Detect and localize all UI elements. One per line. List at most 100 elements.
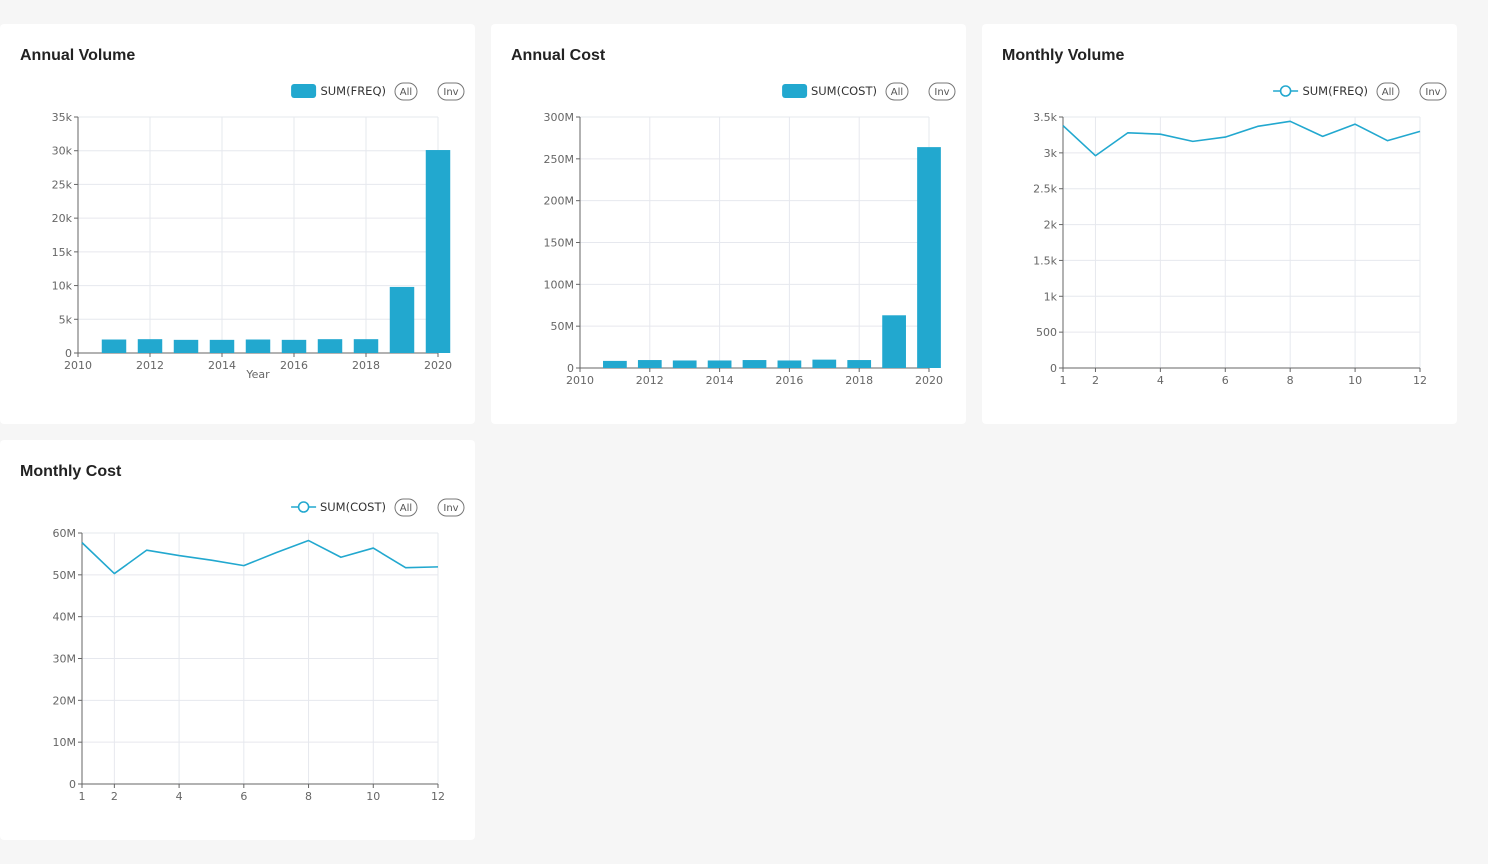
bar [173,339,199,353]
bar [317,339,343,353]
monthly-volume-card: Monthly Volume 0 500 1k 1.5k 2k 2.5k 3k 3.5k 1 2 4… [982,24,1457,424]
bar [777,360,802,368]
bar [245,339,271,353]
y-tick-label: 15k [52,246,73,259]
y-tick-label: 1k [1044,290,1058,303]
x-tick-label: 2 [111,790,118,803]
x-tick-label: 6 [1222,374,1229,387]
x-axis-label: Year [245,368,270,381]
legend-label: SUM(COST) [320,500,386,514]
inv-button-label: Inv [443,87,458,98]
y-tick-label: 60M [53,527,77,540]
x-tick-label: 12 [431,790,445,803]
x-tick-label: 2012 [136,359,164,372]
bar [847,360,872,368]
bar [353,339,379,353]
inv-button-label: Inv [443,503,458,514]
bar [389,286,415,353]
y-tick-label: 500 [1036,326,1057,339]
bar [917,147,941,368]
y-tick-label: 1.5k [1033,254,1057,267]
all-button-label: All [400,87,412,98]
y-tick-label: 3.5k [1033,111,1057,124]
bar [882,315,906,368]
annual-cost-card: Annual Cost 0 50M 100M 150M 200M 250M 300M 2010… [491,24,966,424]
y-tick-label: 100M [544,278,575,291]
x-tick-label: 2018 [845,374,873,387]
bar [101,339,127,353]
x-tick-label: 12 [1413,374,1427,387]
monthly-cost-card: Monthly Cost 0 10M 20M 30M 40M 50M 60M 1 2 4 6 8 10 1… [0,440,475,840]
x-tick-label: 4 [1157,374,1164,387]
bar [137,339,163,353]
x-tick-label: 2020 [915,374,943,387]
x-tick-label: 10 [366,790,380,803]
x-tick-label: 2010 [566,374,594,387]
x-tick-label: 2014 [706,374,734,387]
bar [637,360,662,368]
legend-marker-icon [1279,85,1292,97]
x-tick-label: 2018 [352,359,380,372]
y-tick-label: 200M [544,195,575,208]
annual-volume-card: Annual Volume 0 5k 10k 15k 20k 25k 30k 35k 2010 2… [0,24,475,424]
inv-button-label: Inv [1425,87,1440,98]
y-tick-label: 25k [52,178,73,191]
x-tick-label: 2020 [424,359,452,372]
bar [742,360,767,368]
all-button-label: All [1382,87,1394,98]
bar [425,150,451,353]
legend-swatch-icon [782,84,808,98]
x-tick-label: 2012 [636,374,664,387]
x-tick-label: 2 [1092,374,1099,387]
x-tick-label: 2016 [775,374,803,387]
all-button-label: All [400,503,412,514]
bar [672,360,697,368]
y-tick-label: 20M [53,694,77,707]
y-tick-label: 0 [69,778,76,791]
y-tick-label: 150M [544,237,575,250]
y-tick-label: 250M [544,153,575,166]
x-tick-label: 8 [1287,374,1294,387]
y-tick-label: 300M [544,111,575,124]
y-tick-label: 10k [52,280,73,293]
y-tick-label: 10M [53,736,77,749]
x-tick-label: 10 [1348,374,1362,387]
monthly-cost-chart: 010M20M30M40M50M60M1 2 4 6 8 10 12InvAllSUM(CO… [53,498,465,803]
y-tick-label: 50M [551,320,575,333]
x-tick-label: 2010 [64,359,92,372]
y-tick-label: 2k [1044,219,1058,232]
y-tick-label: 0 [1050,362,1057,375]
x-tick-label: 2014 [208,359,236,372]
y-tick-label: 35k [52,111,73,124]
monthly-volume-chart: 05001k1.5k2k2.5k3k3.5k1 2 4 6 8 10 12InvAllSUM… [1033,82,1447,387]
legend-label: SUM(FREQ) [320,84,386,98]
legend-label: SUM(COST) [811,84,877,98]
y-tick-label: 2.5k [1033,183,1057,196]
x-tick-label: 1 [79,790,86,803]
annual-volume-chart: 05k10k15k20k25k30k35k2010 2012 2014 2016 201… [52,82,465,381]
x-tick-label: 8 [305,790,312,803]
bar [209,339,235,353]
annual-cost-chart: 050M100M150M200M250M300M2010 2012 2014 2016… [544,82,956,387]
bar [812,359,837,368]
y-tick-label: 20k [52,212,73,225]
bar [707,360,732,368]
x-tick-label: 6 [240,790,247,803]
y-tick-label: 50M [53,569,77,582]
y-tick-label: 40M [53,611,77,624]
all-button-label: All [891,87,903,98]
y-tick-label: 3k [1044,147,1058,160]
y-tick-label: 30k [52,145,73,158]
bar [603,360,627,368]
x-tick-label: 4 [176,790,183,803]
x-tick-label: 1 [1060,374,1067,387]
inv-button-label: Inv [934,87,949,98]
legend-swatch-icon [291,84,317,98]
legend-marker-icon [297,501,310,513]
x-tick-label: 2016 [280,359,308,372]
y-tick-label: 5k [59,313,73,326]
series-line [1062,120,1421,157]
y-tick-label: 30M [53,653,77,666]
legend-label: SUM(FREQ) [1302,84,1368,98]
bar [281,339,307,353]
